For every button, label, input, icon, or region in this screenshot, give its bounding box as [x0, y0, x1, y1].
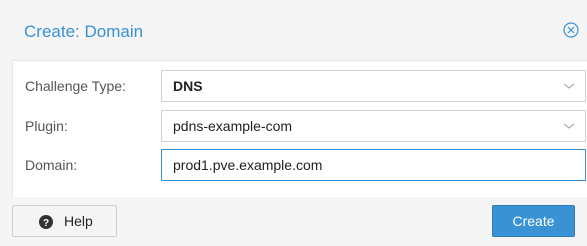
dialog-body: Challenge Type: DNS Plugin: pdns-example…	[12, 60, 587, 197]
help-label: Help	[64, 213, 93, 229]
challenge-type-select[interactable]: DNS	[161, 70, 586, 102]
svg-text:?: ?	[43, 218, 49, 229]
question-circle-icon: ?	[39, 215, 53, 229]
plugin-label: Plugin:	[25, 118, 68, 134]
dialog-title: Create: Domain	[24, 22, 144, 41]
challenge-type-label: Challenge Type:	[25, 78, 126, 94]
create-button[interactable]: Create	[492, 205, 575, 237]
domain-row: Domain: prod1.pve.example.com	[13, 149, 587, 181]
dialog-header: Create: Domain	[0, 0, 587, 60]
challenge-type-row: Challenge Type: DNS	[13, 70, 587, 102]
close-circle-icon	[563, 22, 579, 38]
plugin-select[interactable]: pdns-example-com	[161, 110, 586, 142]
challenge-type-value: DNS	[173, 78, 203, 94]
dialog-footer: ? Help Create	[0, 197, 587, 246]
close-button[interactable]	[563, 22, 579, 38]
domain-input[interactable]: prod1.pve.example.com	[161, 149, 586, 181]
plugin-row: Plugin: pdns-example-com	[13, 110, 587, 142]
domain-label: Domain:	[25, 157, 78, 173]
create-label: Create	[512, 213, 555, 229]
domain-value: prod1.pve.example.com	[173, 157, 323, 173]
help-button[interactable]: ? Help	[12, 205, 117, 237]
create-domain-dialog: Create: Domain Challenge Type: DNS Plugi…	[0, 0, 587, 246]
chevron-down-icon[interactable]	[563, 81, 575, 91]
plugin-value: pdns-example-com	[173, 118, 293, 134]
chevron-down-icon[interactable]	[563, 121, 575, 131]
